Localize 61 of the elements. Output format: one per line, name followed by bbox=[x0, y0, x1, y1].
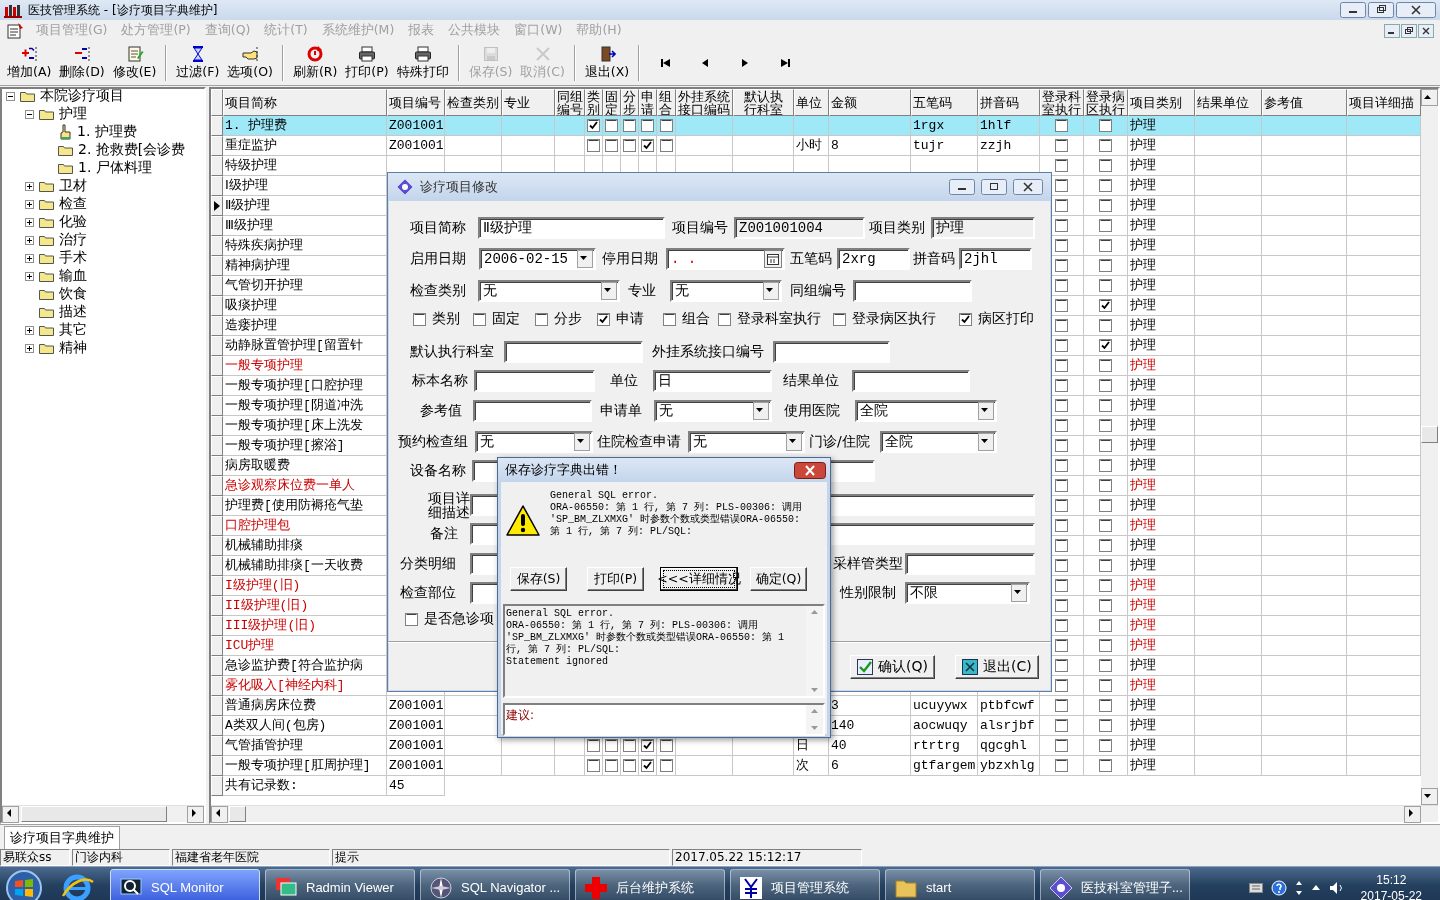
table-cell: 共有记录数: bbox=[223, 776, 387, 796]
status-text: 2017.05.22 15:12:17 bbox=[672, 849, 862, 866]
clock-date: 2017-05-22 bbox=[1360, 887, 1422, 900]
field-label: 性别限制 bbox=[840, 584, 897, 602]
field-label: 五笔码 bbox=[790, 250, 833, 268]
window-title: 医技管理系统 - [诊疗项目字典维护] bbox=[28, 1, 219, 19]
status-text: 门诊内科 bbox=[72, 849, 170, 866]
status-text: 易联众ss bbox=[0, 849, 70, 866]
column-header: 项目详细描 bbox=[1347, 89, 1421, 116]
field-label: 设备名称 bbox=[410, 462, 467, 480]
column-header: 类别 bbox=[585, 89, 603, 116]
column-header: 项目简称 bbox=[223, 89, 387, 116]
dialog-title: 诊疗项目修改 bbox=[420, 178, 499, 196]
error-details: General SQL error. ORA-06550: 第 1 行, 第 7 列: PLS-00306: 调用 'SP_BM_ZLXMXG' 时参数个数或类型错误ORA-06550: 第 1 行, 第 7 列: PL/SQL: Statement ignored bbox=[505, 607, 786, 669]
dialog-title: 保存诊疗字典出错！ bbox=[505, 461, 622, 479]
status-text: 提示 bbox=[332, 849, 670, 866]
field-label: 专业 bbox=[628, 282, 657, 300]
column-header: 登录病区执行 bbox=[1084, 89, 1128, 116]
column-header: 参考值 bbox=[1262, 89, 1347, 116]
field-label: 门诊/住院 bbox=[809, 433, 871, 451]
field-label: 标本名称 bbox=[412, 372, 469, 390]
field-label: 项目详细描述 bbox=[427, 491, 470, 519]
field-label: 分类明细 bbox=[400, 555, 457, 573]
column-header: 登录科室执行 bbox=[1040, 89, 1084, 116]
column-header: 拼音码 bbox=[978, 89, 1040, 116]
column-header: 固定 bbox=[603, 89, 621, 116]
field-label: 项目类别 bbox=[869, 219, 926, 237]
field-label: 外挂系统接口编号 bbox=[652, 343, 765, 361]
table-cell: 45 bbox=[387, 776, 445, 796]
clock-time: 15:12 bbox=[1376, 871, 1407, 888]
column-header: 项目编号 bbox=[387, 89, 445, 116]
field-label: 预约检查组 bbox=[398, 433, 469, 451]
column-header: 结果单位 bbox=[1195, 89, 1262, 116]
column-header: 单位 bbox=[794, 89, 829, 116]
field-label: 项目编号 bbox=[672, 219, 729, 237]
column-header: 五笔码 bbox=[911, 89, 978, 116]
column-header: 项目类别 bbox=[1128, 89, 1195, 116]
column-header: 同组编号 bbox=[555, 89, 585, 116]
column-header: 检查类别 bbox=[445, 89, 502, 116]
field-label: 停用日期 bbox=[602, 250, 659, 268]
column-header: 专业 bbox=[502, 89, 555, 116]
field-label: 同组编号 bbox=[790, 282, 847, 300]
field-label: 检查类别 bbox=[410, 282, 467, 300]
column-header: 默认执行科室 bbox=[733, 89, 794, 116]
field-label: 备注 bbox=[430, 525, 459, 543]
column-header: 分步 bbox=[621, 89, 639, 116]
column-header: 申请 bbox=[639, 89, 657, 116]
error-message: General SQL error. ORA-06550: 第 1 行, 第 7 列: PLS-00306: 调用 'SP_BM_ZLXMXG' 时参数个数或类型错误ORA-06550: 第 1 行, 第 7 列: PL/SQL: bbox=[550, 490, 803, 539]
field-label: 拼音码 bbox=[913, 250, 956, 268]
status-text: 福建省老年医院 bbox=[172, 849, 330, 866]
column-header: 组合 bbox=[657, 89, 676, 116]
column-header: 金额 bbox=[829, 89, 911, 116]
field-label: 单位 bbox=[610, 372, 639, 390]
field-label: 结果单位 bbox=[783, 372, 840, 390]
field-label: 项目简称 bbox=[410, 219, 467, 237]
field-label: 住院检查申请 bbox=[597, 433, 682, 451]
field-label: 采样管类型 bbox=[833, 555, 904, 573]
field-label: 启用日期 bbox=[410, 250, 467, 268]
field-label: 默认执行科室 bbox=[410, 343, 495, 361]
column-header: 外挂系统接口编码 bbox=[676, 89, 733, 116]
field-label: 检查部位 bbox=[400, 584, 457, 602]
